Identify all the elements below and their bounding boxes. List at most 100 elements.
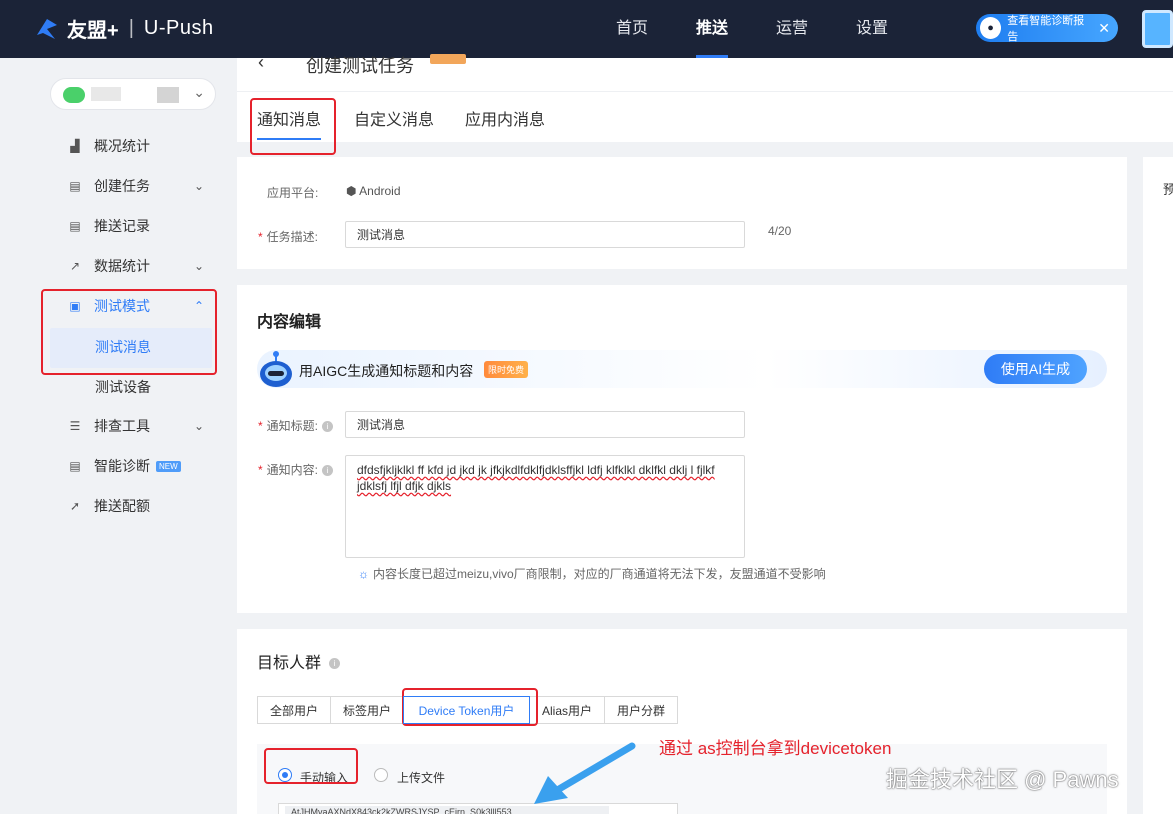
umeng-logo-icon — [37, 18, 57, 39]
sidebar-item-quota[interactable]: ➚ 推送配额 — [68, 496, 204, 516]
new-badge: NEW — [156, 460, 181, 472]
sidebar-item-push-records[interactable]: ▤ 推送记录 — [68, 216, 204, 236]
target-section-title: 目标人群 i — [257, 649, 341, 673]
segment-user-groups[interactable]: 用户分群 — [604, 696, 678, 724]
length-hint: ☼ 内容长度已超过meizu,vivo厂商限制，对应的厂商通道将无法下发，友盟通道… — [358, 565, 826, 582]
top-bar: 友盟+ | U-Push 首页 推送 运营 设置 ● 查看智能诊断报告 ✕ — [0, 0, 1173, 58]
nav-home[interactable]: 首页 — [616, 0, 648, 58]
sidebar-item-label: 排查工具 — [94, 418, 150, 434]
nav-push[interactable]: 推送 — [696, 0, 729, 58]
nav-settings[interactable]: 设置 — [856, 0, 888, 58]
length-hint-text: 内容长度已超过meizu,vivo厂商限制，对应的厂商通道将无法下发，友盟通道不… — [373, 567, 826, 581]
task-desc-label-text: 任务描述: — [266, 230, 319, 244]
logo-brand: 友盟+ — [67, 20, 119, 42]
highlight-box-manual-input — [264, 748, 358, 784]
line-chart-icon: ↗ — [69, 259, 81, 273]
info-icon[interactable]: i — [329, 658, 341, 670]
task-desc-label: * 任务描述: — [258, 228, 318, 245]
ai-generate-button[interactable]: 使用AI生成 — [984, 354, 1087, 384]
chevron-down-icon: ⌄ — [193, 259, 204, 273]
notif-body-label: * 通知内容: i — [258, 461, 334, 478]
divider — [237, 91, 1173, 92]
basic-info-card — [237, 157, 1127, 269]
segment-tag-users[interactable]: 标签用户 — [330, 696, 404, 724]
annotation-text: 通过 as控制台拿到devicetoken — [659, 739, 892, 758]
title-tag — [430, 54, 466, 64]
notif-title-input[interactable]: 测试消息 — [345, 411, 745, 438]
app-icon — [63, 87, 85, 103]
radio-upload-file[interactable] — [374, 768, 388, 782]
radio-upload-label: 上传文件 — [397, 771, 446, 785]
sidebar-item-troubleshoot[interactable]: ☰ 排查工具 ⌄ — [68, 416, 204, 436]
app-selector[interactable]: ⌄ — [50, 78, 216, 110]
logo-separator: | — [128, 17, 134, 39]
list-icon: ☰ — [69, 419, 81, 433]
robot-icon: ● — [980, 17, 1002, 39]
tab-custom[interactable]: 自定义消息 — [354, 106, 434, 130]
sidebar-item-label: 智能诊断 — [94, 458, 150, 474]
sidebar-item-label: 创建任务 — [94, 178, 150, 194]
doc-icon: ▤ — [69, 179, 81, 193]
page-title: 创建测试任务 — [306, 56, 414, 76]
content-card — [237, 285, 1127, 613]
content-section-title: 内容编辑 — [257, 314, 322, 331]
notif-title-label-text: 通知标题: — [266, 419, 319, 433]
segment-alias-users[interactable]: Alias用户 — [529, 696, 605, 724]
sidebar-item-smart-diagnosis[interactable]: ▤ 智能诊断 NEW — [68, 456, 204, 476]
sidebar-item-label: 数据统计 — [94, 258, 150, 274]
quota-icon: ➚ — [69, 499, 81, 513]
platform-name: Android — [359, 184, 401, 198]
chart-icon: ▟ — [70, 139, 80, 153]
ai-robot-icon — [260, 351, 292, 387]
segment-device-token-users[interactable]: Device Token用户 — [403, 696, 530, 724]
chevron-down-icon: ⌄ — [193, 84, 205, 100]
diagnose-icon: ▤ — [69, 459, 81, 473]
chevron-down-icon: ⌄ — [193, 179, 204, 193]
bulb-icon: ☼ — [358, 567, 369, 581]
highlight-box-tab — [250, 98, 336, 155]
free-badge: 限时免费 — [484, 361, 529, 378]
notif-body-label-text: 通知内容: — [266, 463, 319, 477]
notif-body-text: dfdsfjkljklkl ff kfd jd jkd jk jfkjkdlfd… — [357, 463, 715, 493]
required-mark: * — [258, 463, 263, 477]
logo-product: U-Push — [143, 17, 214, 39]
diagnosis-report-button[interactable]: ● 查看智能诊断报告 ✕ — [976, 14, 1118, 43]
highlight-box-test-mode — [41, 289, 217, 375]
sidebar-item-test-device[interactable]: 测试设备 — [95, 377, 151, 397]
sidebar-item-label: 概况统计 — [94, 138, 150, 154]
required-mark: * — [258, 230, 263, 244]
sidebar-item-label: 推送记录 — [94, 218, 150, 234]
watermark: 掘金技术社区 @ Pawns — [886, 767, 1119, 792]
app-id-redacted — [157, 87, 179, 103]
platform-label: 应用平台: — [267, 186, 319, 200]
preview-panel: 预 — [1143, 157, 1173, 814]
segment-all-users[interactable]: 全部用户 — [257, 696, 331, 724]
ai-generate-text: 用AIGC生成通知标题和内容 — [299, 363, 474, 379]
close-icon[interactable]: ✕ — [1098, 20, 1110, 37]
info-icon[interactable]: i — [322, 465, 334, 477]
sidebar-item-label: 推送配额 — [94, 498, 150, 514]
clipboard-icon[interactable] — [1142, 10, 1173, 48]
sidebar-item-overview[interactable]: ▟ 概况统计 — [68, 136, 204, 156]
sidebar — [0, 58, 232, 814]
notif-title-label: * 通知标题: i — [258, 417, 334, 434]
app-name-redacted — [91, 87, 121, 101]
platform-value: ⬢ Android — [346, 184, 401, 198]
back-icon[interactable]: ‹ — [258, 52, 264, 73]
task-desc-counter: 4/20 — [768, 224, 792, 238]
target-section-title-text: 目标人群 — [257, 655, 322, 672]
logo[interactable]: 友盟+ | U-Push — [33, 14, 214, 43]
record-icon: ▤ — [69, 219, 81, 233]
info-icon[interactable]: i — [322, 421, 334, 433]
annotation-arrow-icon — [534, 742, 636, 804]
required-mark: * — [258, 419, 263, 433]
chevron-down-icon: ⌄ — [193, 419, 204, 433]
diagnosis-report-label: 查看智能诊断报告 — [1007, 15, 1085, 43]
sidebar-item-create-task[interactable]: ▤ 创建任务 ⌄ — [68, 176, 204, 196]
sidebar-item-data-stats[interactable]: ↗ 数据统计 ⌄ — [68, 256, 204, 276]
android-icon: ⬢ — [346, 184, 357, 198]
nav-operations[interactable]: 运营 — [776, 0, 808, 58]
task-desc-input[interactable]: 测试消息 — [345, 221, 745, 248]
tab-in-app[interactable]: 应用内消息 — [465, 106, 545, 130]
notif-body-textarea[interactable]: dfdsfjkljklkl ff kfd jd jkd jk jfkjkdlfd… — [345, 455, 745, 558]
